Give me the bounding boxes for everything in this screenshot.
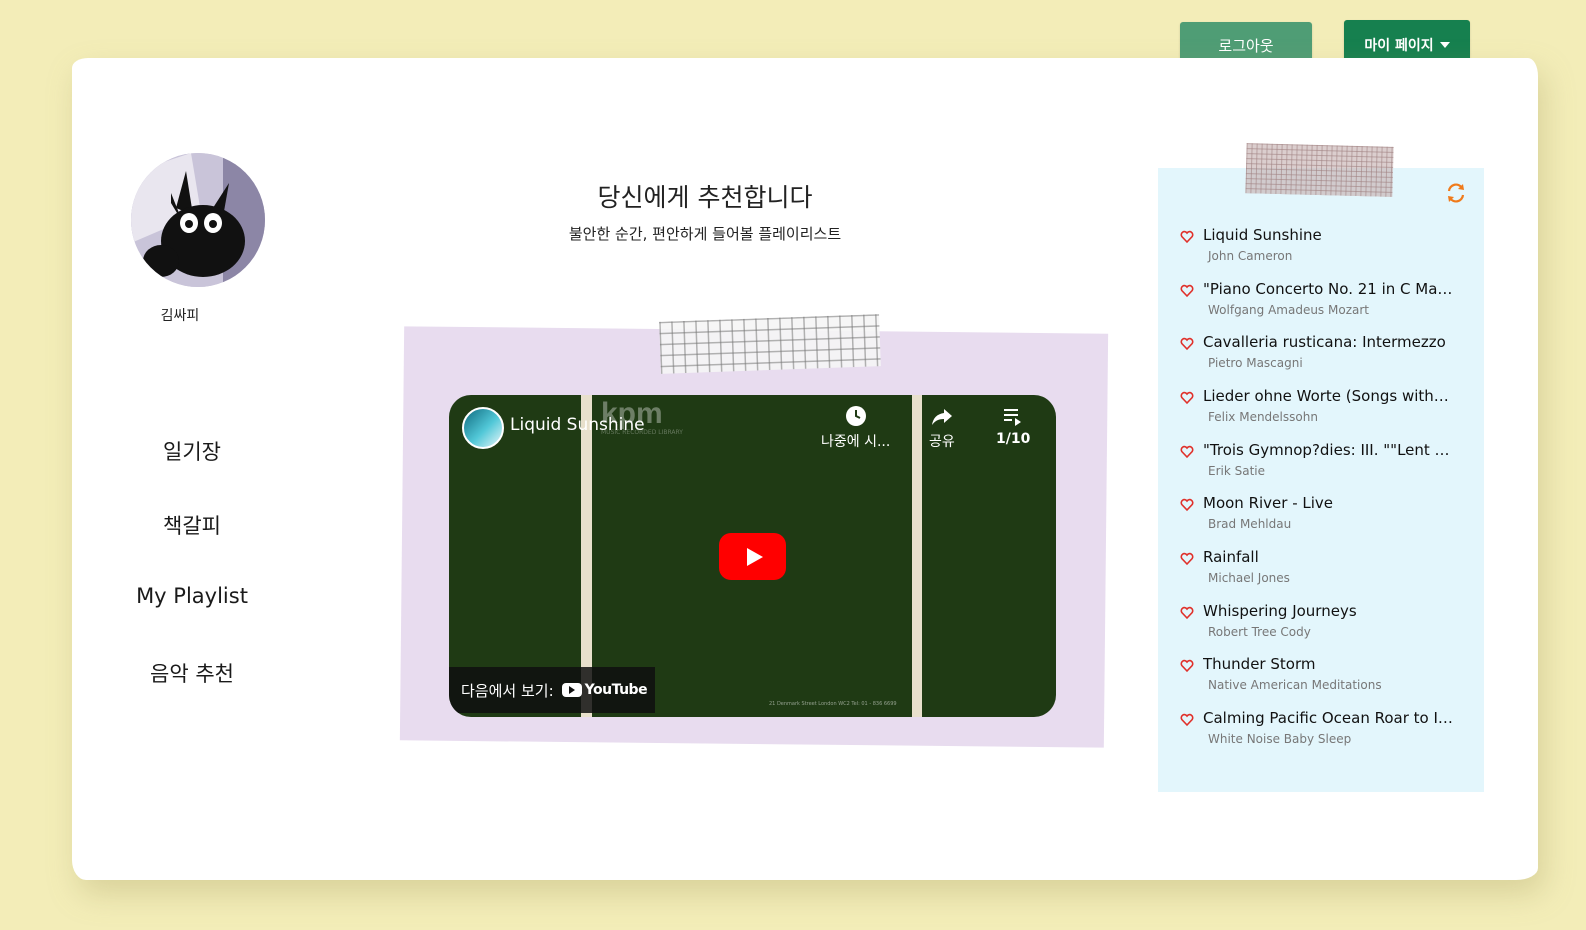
playlist-icon [1004, 409, 1022, 426]
avatar-image [131, 153, 265, 287]
track-artist: John Cameron [1208, 249, 1293, 263]
watch-on-youtube-link[interactable]: 다음에서 보기: YouTube [449, 667, 655, 713]
page-subtitle: 불안한 순간, 편안하게 들어볼 플레이리스트 [568, 225, 842, 243]
track-title: "Trois Gymnop?dies: III. ""Lent et grave… [1203, 441, 1453, 459]
nav-item-bookmark[interactable]: 책갈피 [112, 510, 272, 540]
playlist-panel [1158, 168, 1484, 792]
youtube-logo: YouTube [561, 682, 648, 698]
heart-icon[interactable] [1180, 552, 1194, 566]
track-artist: Felix Mendelssohn [1208, 410, 1318, 424]
heart-icon[interactable] [1180, 391, 1194, 405]
channel-avatar[interactable] [462, 407, 504, 449]
track-artist: Robert Tree Cody [1208, 625, 1311, 639]
track-title: Whispering Journeys [1203, 602, 1357, 620]
username: 김싸피 [160, 308, 200, 324]
nav-item-my-playlist[interactable]: My Playlist [112, 584, 272, 608]
heart-icon[interactable] [1180, 284, 1194, 298]
heart-icon[interactable] [1180, 230, 1194, 244]
decorative-tape [1245, 143, 1394, 197]
play-button[interactable] [719, 533, 786, 580]
refresh-icon[interactable] [1445, 182, 1467, 204]
track-title: Liquid Sunshine [1203, 226, 1322, 244]
avatar[interactable] [131, 153, 265, 287]
nav-item-music-recommend[interactable]: 음악 추천 [112, 658, 272, 688]
track-artist: Pietro Mascagni [1208, 356, 1303, 370]
share-label: 공유 [929, 434, 955, 450]
chevron-down-icon [1439, 41, 1450, 48]
video-overlay-address: 21 Denmark Street London WC2 Tel: 01 - 8… [769, 701, 897, 707]
mypage-label: 마이 페이지 [1364, 37, 1434, 54]
watch-later-button[interactable]: 나중에 시... [821, 405, 890, 451]
track-artist: Erik Satie [1208, 464, 1266, 478]
watch-later-label: 나중에 시... [821, 434, 891, 450]
track-artist: White Noise Baby Sleep [1208, 732, 1352, 746]
track-artist: Native American Meditations [1208, 678, 1382, 692]
watch-on-label: 다음에서 보기: [461, 681, 554, 700]
track-title: Moon River - Live [1203, 494, 1334, 512]
track-title: Cavalleria rusticana: Intermezzo [1203, 333, 1446, 351]
clock-icon [845, 406, 866, 426]
track-title: Thunder Storm [1203, 655, 1316, 673]
share-button[interactable]: 공유 [929, 405, 955, 451]
track-title: Calming Pacific Ocean Roar to Induce Sle… [1203, 709, 1453, 727]
heart-icon[interactable] [1180, 445, 1194, 459]
track-title: Rainfall [1203, 548, 1259, 566]
heart-icon[interactable] [1180, 659, 1194, 673]
track-title: Lieder ohne Worte (Songs without Words) [1203, 387, 1453, 405]
nav-item-diary[interactable]: 일기장 [112, 436, 272, 466]
playlist-position: 1/10 [996, 431, 1031, 447]
heart-icon[interactable] [1180, 606, 1194, 620]
play-icon [746, 547, 763, 566]
playlist-button[interactable]: 1/10 [996, 405, 1030, 447]
decorative-tape [659, 314, 881, 374]
video-title[interactable]: Liquid Sunshine [510, 415, 645, 435]
track-artist: Brad Mehldau [1208, 517, 1292, 531]
track-title: "Piano Concerto No. 21 in C Major, K. 46… [1203, 280, 1453, 298]
youtube-wordmark: YouTube [584, 682, 648, 698]
heart-icon[interactable] [1180, 713, 1194, 727]
page-title: 당신에게 추천합니다 [597, 183, 813, 212]
youtube-player[interactable]: kpm MUSIC RECORDED LIBRARY Liquid Sunshi… [449, 395, 1056, 717]
track-artist: Wolfgang Amadeus Mozart [1208, 303, 1369, 317]
youtube-icon [561, 683, 582, 697]
heart-icon[interactable] [1180, 498, 1194, 512]
video-frame-stripe [912, 395, 922, 717]
share-icon [931, 409, 952, 425]
track-artist: Michael Jones [1208, 571, 1290, 585]
heart-icon[interactable] [1180, 337, 1194, 351]
